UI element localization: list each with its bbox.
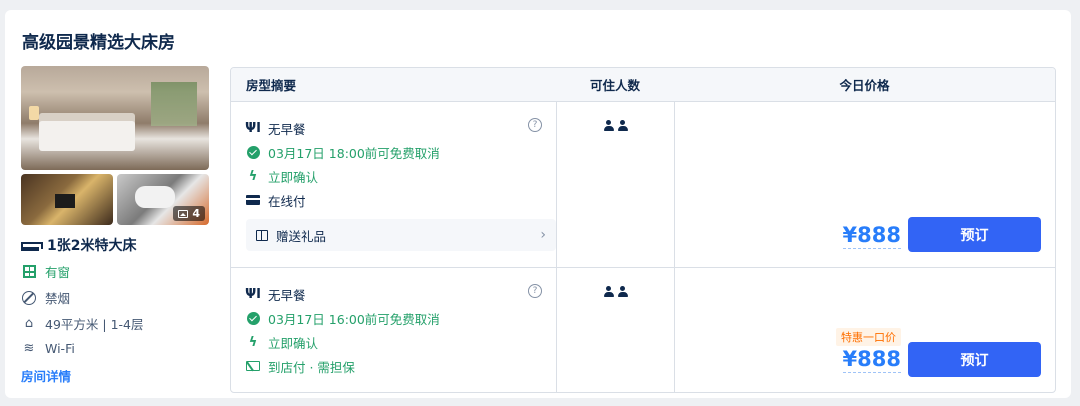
photo-count: 4 [192,207,200,220]
room-thumb-2[interactable]: 4 [117,174,209,225]
confirm-label: 立即确认 [268,335,319,351]
rate-summary: ? ΨI 无早餐 03月17日 18:00前可免费取消 ϟ 立即确认 在线付 赠… [231,102,557,267]
window-attr: 有窗 [21,262,211,281]
meal-feature: ΨI 无早餐 [245,282,548,306]
wifi-label: Wi-Fi [45,340,75,356]
cancel-label: 03月17日 18:00前可免费取消 [268,145,440,161]
credit-card-icon [246,195,260,205]
photo-sink [135,186,175,208]
room-details-link[interactable]: 房间详情 [21,366,211,385]
meal-feature: ΨI 无早餐 [245,116,548,140]
cancel-label: 03月17日 16:00前可免费取消 [268,311,440,327]
smoking-label: 禁烟 [45,291,71,306]
bed-label: 1张2米特大床 [47,238,137,254]
wifi-attr: ≋ Wi-Fi [21,340,211,356]
book-button[interactable]: 预订 [908,217,1041,252]
bed-type: 1张2米特大床 [21,235,211,255]
lightning-icon: ϟ [248,168,258,184]
fork-knife-icon: ΨI [245,286,261,302]
payment-feature: 在线付 [246,188,548,212]
gift-label: 赠送礼品 [276,228,327,244]
confirm-label: 立即确认 [268,169,319,185]
room-info-column: 4 1张2米特大床 有窗 禁烟 ⌂ 49平方米 | 1-4层 ≋ Wi-Fi 房… [21,66,211,385]
smoking-attr: 禁烟 [21,288,211,307]
occupancy-icons [603,120,628,267]
gift-row[interactable]: 赠送礼品 › [246,219,556,251]
room-main-photo[interactable] [21,66,209,170]
occupancy-cell [557,102,675,267]
person-icon [617,286,628,298]
gift-icon [256,229,268,241]
check-circle-icon [246,311,260,325]
confirm-feature: ϟ 立即确认 [246,330,548,354]
cancel-feature[interactable]: 03月17日 16:00前可免费取消 [246,306,548,330]
help-icon[interactable]: ? [528,284,542,298]
photo-tv [55,194,75,208]
area-icon: ⌂ [24,316,34,331]
check-circle-icon [246,145,260,159]
payment-label: 到店付 · 需担保 [268,359,355,375]
occupancy-cell [557,268,675,392]
confirm-feature: ϟ 立即确认 [246,164,548,188]
occupancy-icons [603,286,628,392]
rate-summary: ? ΨI 无早餐 03月17日 16:00前可免费取消 ϟ 立即确认 到店付 ·… [231,268,557,392]
room-card: 高级园景精选大床房 4 1张2米特大床 有窗 禁烟 ⌂ 49平方米 | 1-4层… [5,10,1071,398]
area-attr: ⌂ 49平方米 | 1-4层 [21,314,211,333]
rate-row: ? ΨI 无早餐 03月17日 18:00前可免费取消 ϟ 立即确认 在线付 赠… [231,102,1055,268]
meal-label: 无早餐 [268,287,306,303]
image-icon [178,209,189,218]
photo-bed [39,121,135,151]
cancel-feature[interactable]: 03月17日 18:00前可免费取消 [246,140,548,164]
room-thumb-1[interactable] [21,174,113,225]
header-summary: 房型摘要 [246,78,297,93]
payment-feature: 到店付 · 需担保 [246,354,548,378]
book-button[interactable]: 预订 [908,342,1041,377]
rate-table: 房型摘要 可住人数 今日价格 ? ΨI 无早餐 03月17日 18:00前可免费… [230,67,1056,393]
no-smoking-icon [22,290,36,305]
room-title: 高级园景精选大床房 [22,33,175,53]
header-occupancy: 可住人数 [589,78,640,93]
bed-icon [21,240,43,251]
photo-count-badge[interactable]: 4 [173,206,205,221]
window-icon [22,265,36,278]
photo-thumbnails: 4 [21,174,211,225]
header-price: 今日价格 [839,78,890,93]
price-cell: 特惠一口价 ¥888 预订 [675,268,1055,392]
rate-row: ? ΨI 无早餐 03月17日 16:00前可免费取消 ϟ 立即确认 到店付 ·… [231,268,1055,392]
window-label: 有窗 [45,265,71,280]
wifi-icon: ≋ [23,340,35,356]
price-value: ¥888 [842,223,901,249]
pay-at-hotel-icon [246,361,260,371]
person-icon [603,120,614,132]
payment-label: 在线付 [268,193,306,209]
deal-tag: 特惠一口价 [836,328,901,346]
photo-window [151,82,197,126]
help-icon[interactable]: ? [528,118,542,132]
person-icon [603,286,614,298]
fork-knife-icon: ΨI [245,120,261,136]
price-cell: ¥888 预订 [675,102,1055,267]
chevron-right-icon: › [540,227,546,243]
area-floor-label: 49平方米 | 1-4层 [45,317,144,332]
photo-lamp [29,106,39,120]
price-value: ¥888 [842,347,901,373]
lightning-icon: ϟ [248,334,258,350]
person-icon [617,120,628,132]
table-header: 房型摘要 可住人数 今日价格 [231,68,1055,102]
meal-label: 无早餐 [268,121,306,137]
